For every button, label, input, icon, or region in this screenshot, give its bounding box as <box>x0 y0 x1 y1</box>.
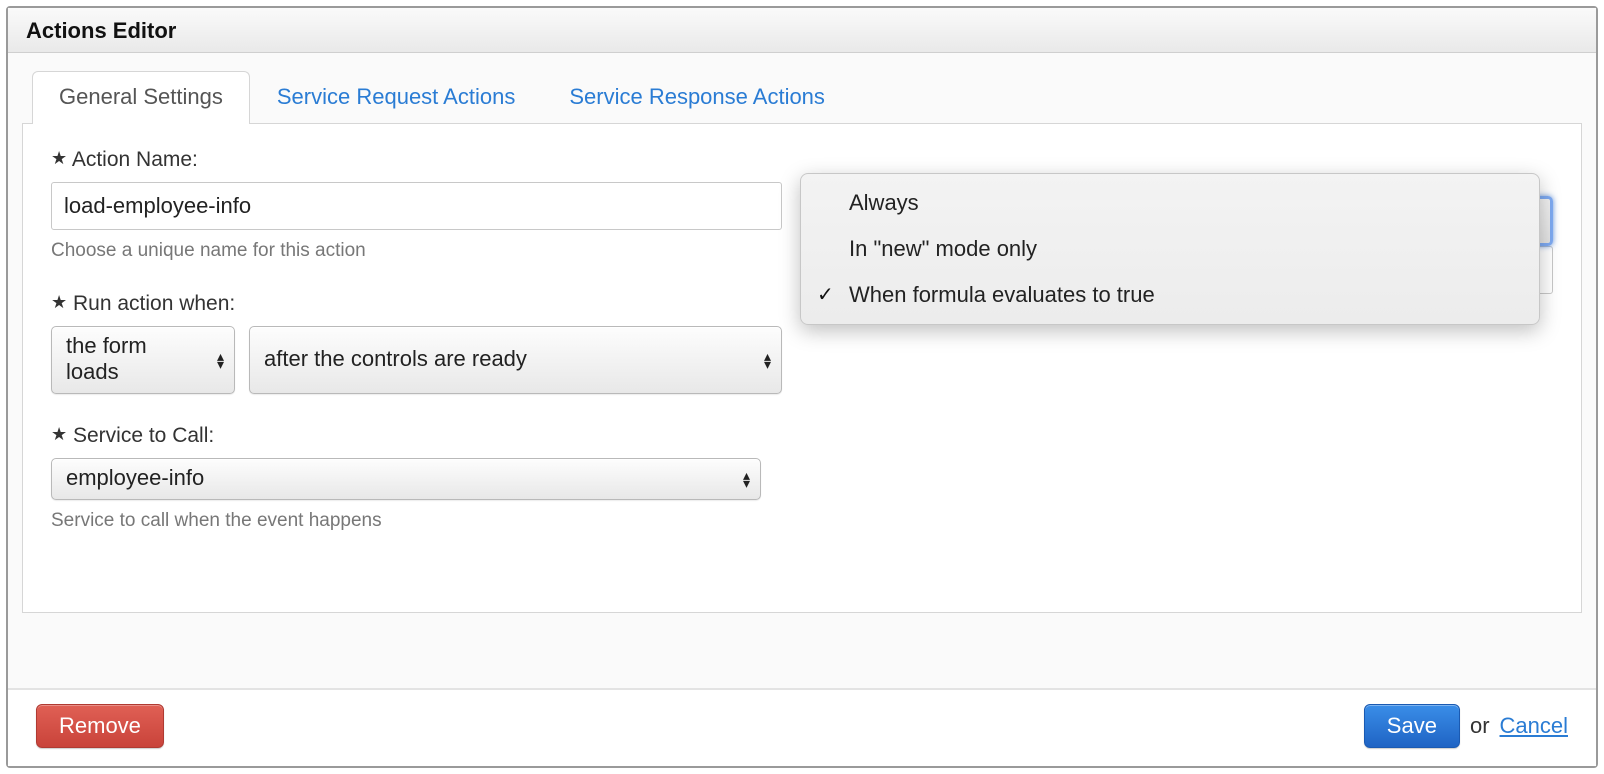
condition-option-always[interactable]: Always <box>801 180 1539 226</box>
chevron-updown-icon <box>217 352 224 368</box>
cancel-link[interactable]: Cancel <box>1500 713 1568 739</box>
run-when-trigger-select[interactable]: the form loads <box>51 326 235 394</box>
condition-option-formula-true[interactable]: When formula evaluates to true <box>801 272 1539 318</box>
run-when-phase-value: after the controls are ready <box>264 346 527 372</box>
required-star-icon: ★ <box>51 424 67 444</box>
tab-service-request-actions[interactable]: Service Request Actions <box>250 71 542 124</box>
condition-dropdown-menu: Always In "new" mode only When formula e… <box>800 173 1540 325</box>
condition-option-new-mode[interactable]: In "new" mode only <box>801 226 1539 272</box>
action-name-label: ★ Action Name: <box>51 148 782 172</box>
chevron-updown-icon <box>764 352 771 368</box>
run-when-phase-select[interactable]: after the controls are ready <box>249 326 782 394</box>
run-when-label-text: Run action when: <box>73 292 235 315</box>
run-when-trigger-value: the form loads <box>66 333 198 385</box>
action-name-input[interactable] <box>51 182 782 230</box>
tab-bar: General Settings Service Request Actions… <box>32 71 1582 123</box>
required-star-icon: ★ <box>51 292 67 312</box>
service-value: employee-info <box>66 465 204 491</box>
chevron-updown-icon <box>743 471 750 487</box>
run-action-when-label: ★ Run action when: <box>51 292 782 316</box>
tab-general-settings[interactable]: General Settings <box>32 71 250 124</box>
dialog-title: Actions Editor <box>8 8 1596 53</box>
dialog-footer: Remove Save or Cancel <box>8 688 1596 766</box>
action-name-hint: Choose a unique name for this action <box>51 240 782 262</box>
save-button[interactable]: Save <box>1364 704 1460 748</box>
service-to-call-select[interactable]: employee-info <box>51 458 761 500</box>
dialog-body: General Settings Service Request Actions… <box>8 53 1596 688</box>
tab-service-response-actions[interactable]: Service Response Actions <box>542 71 852 124</box>
remove-button[interactable]: Remove <box>36 704 164 748</box>
service-label-text: Service to Call: <box>73 424 214 447</box>
action-name-label-text: Action Name: <box>72 148 198 171</box>
service-hint: Service to call when the event happens <box>51 510 782 532</box>
or-text: or <box>1470 713 1490 739</box>
actions-editor-dialog: Actions Editor General Settings Service … <box>6 6 1598 768</box>
service-to-call-label: ★ Service to Call: <box>51 424 782 448</box>
required-star-icon: ★ <box>51 148 67 168</box>
